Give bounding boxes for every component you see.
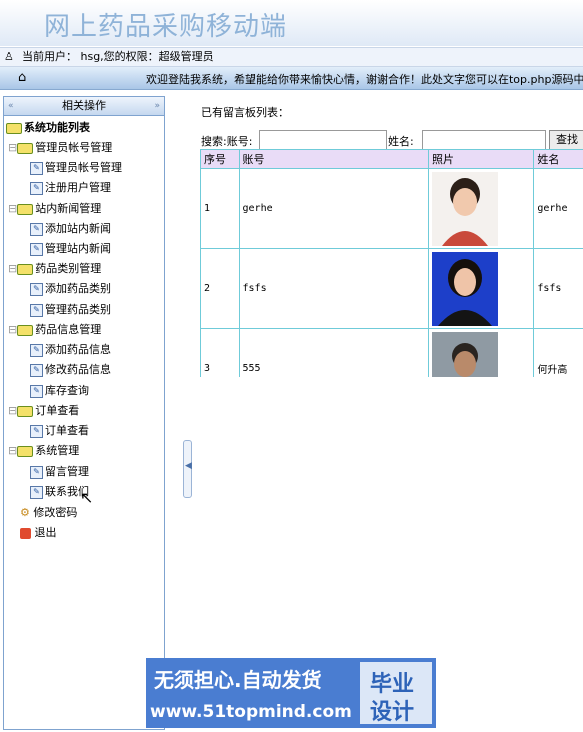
- folder-icon: [17, 203, 34, 215]
- cell-name: 何升高: [533, 328, 583, 377]
- edit-icon: ✎: [30, 424, 43, 438]
- sidebar-header: « 相关操作 »: [4, 97, 164, 116]
- search-button[interactable]: 查找: [549, 130, 583, 150]
- edit-icon: ✎: [30, 485, 43, 499]
- cell-no: 2: [200, 248, 240, 329]
- tree-item-messages[interactable]: ✎ 留言管理: [30, 463, 89, 481]
- edit-icon: ✎: [30, 181, 43, 195]
- arrow-left-icon: ◀: [185, 461, 192, 471]
- cell-no: 3: [200, 328, 240, 377]
- cell-photo: [427, 248, 535, 329]
- tree-item-change-password[interactable]: ⚙ 修改密码: [20, 504, 77, 522]
- tree-group-drug-category[interactable]: ⊟ 药品类别管理: [8, 260, 101, 278]
- tree-root[interactable]: 系统功能列表: [6, 119, 90, 137]
- tree-group-news[interactable]: ⊟ 站内新闻管理: [8, 200, 101, 218]
- tree-item-logout[interactable]: 退出: [20, 524, 57, 542]
- col-header-photo: 照片: [427, 149, 535, 169]
- edit-icon: ✎: [30, 303, 43, 317]
- app-title: 网上药品采购移动端: [44, 12, 288, 42]
- table-header-row: 序号 账号 照片 姓名: [200, 149, 583, 169]
- name-search-input[interactable]: [422, 130, 546, 151]
- tree-item-manage-news[interactable]: ✎ 管理站内新闻: [30, 240, 111, 258]
- banner-slogan: 无须担心.自动发货: [154, 668, 322, 692]
- user-info-bar: ♙ 当前用户： hsg,您的权限：超级管理员: [0, 47, 583, 67]
- edit-icon: ✎: [30, 384, 43, 398]
- cell-name: gerhe: [533, 168, 583, 249]
- tree-group-admin[interactable]: ⊟ 管理员帐号管理: [8, 139, 112, 157]
- table-row: 3 555 何升高: [200, 328, 583, 377]
- cell-no: 1: [200, 168, 240, 249]
- edit-icon: ✎: [30, 282, 43, 296]
- table-row: 2 fsfs fsfs: [200, 248, 583, 329]
- folder-open-icon: [6, 122, 22, 134]
- cell-name: fsfs: [533, 248, 583, 329]
- cell-photo: [427, 168, 535, 249]
- edit-icon: ✎: [30, 343, 43, 357]
- key-icon: ⚙: [20, 506, 30, 519]
- user-icon: ♙: [4, 50, 14, 63]
- col-header-account: 账号: [238, 149, 429, 169]
- edit-icon: ✎: [30, 242, 43, 256]
- promo-banner[interactable]: 无须担心.自动发货 www.51topmind.com 毕业 设计: [146, 658, 436, 728]
- edit-icon: ✎: [30, 465, 43, 479]
- message-table: 序号 账号 照片 姓名 1 gerhe gerhe 2 fsfs fsfs 3 …: [200, 149, 583, 377]
- col-header-name: 姓名: [533, 149, 583, 169]
- home-icon[interactable]: ⌂: [18, 70, 26, 85]
- banner-badge: 毕业 设计: [360, 662, 432, 725]
- user-photo: [431, 331, 498, 377]
- cell-account: 555: [238, 328, 429, 377]
- folder-icon: [17, 405, 34, 417]
- edit-icon: ✎: [30, 222, 43, 236]
- banner-badge-bottom: 设计: [370, 700, 415, 725]
- col-header-no: 序号: [200, 149, 240, 169]
- tree-item-add-category[interactable]: ✎ 添加药品类别: [30, 280, 111, 298]
- mouse-cursor-icon: ↖: [80, 488, 94, 507]
- user-photo: [431, 171, 498, 246]
- edit-icon: ✎: [30, 161, 43, 175]
- tree-group-system[interactable]: ⊟ 系统管理: [8, 442, 79, 460]
- collapse-left-icon[interactable]: «: [8, 97, 14, 115]
- sidebar-heading: 相关操作: [62, 99, 106, 112]
- tree-item-add-drug[interactable]: ✎ 添加药品信息: [30, 341, 111, 359]
- cell-photo: [427, 328, 535, 377]
- tree-item-view-orders[interactable]: ✎ 订单查看: [30, 422, 89, 440]
- exit-icon: [20, 527, 31, 539]
- tree-item-manage-category[interactable]: ✎ 管理药品类别: [30, 301, 111, 319]
- tree-item-edit-drug[interactable]: ✎ 修改药品信息: [30, 361, 111, 379]
- banner-url: www.51topmind.com: [150, 702, 352, 722]
- tree-item-stock-query[interactable]: ✎ 库存查询: [30, 382, 89, 400]
- welcome-marquee: 欢迎登陆我系统，希望能给你带来愉快心情，谢谢合作！此处文字您可以在top.php…: [146, 73, 583, 86]
- user-photo: [431, 251, 498, 326]
- collapse-right-icon[interactable]: »: [154, 97, 160, 115]
- folder-icon: [17, 142, 34, 154]
- tree-item-registered-users[interactable]: ✎ 注册用户管理: [30, 179, 111, 197]
- account-label: 搜索:账号:: [201, 135, 253, 148]
- tree-item-add-news[interactable]: ✎ 添加站内新闻: [30, 220, 111, 238]
- tree-group-drug-info[interactable]: ⊟ 药品信息管理: [8, 321, 101, 339]
- folder-icon: [17, 324, 34, 336]
- cell-account: gerhe: [238, 168, 429, 249]
- edit-icon: ✎: [30, 363, 43, 377]
- table-row: 1 gerhe gerhe: [200, 168, 583, 249]
- page-title: 已有留言板列表：: [201, 106, 289, 119]
- nav-bar: ⌂ 欢迎登陆我系统，希望能给你带来愉快心情，谢谢合作！此处文字您可以在top.p…: [0, 67, 583, 90]
- user-info-text: 当前用户： hsg,您的权限：超级管理员: [22, 50, 214, 63]
- sidebar-splitter[interactable]: ◀: [183, 440, 192, 498]
- tree-item-admin-accounts[interactable]: ✎ 管理员帐号管理: [30, 159, 122, 177]
- folder-icon: [17, 263, 34, 275]
- cell-account: fsfs: [238, 248, 429, 329]
- name-label: 姓名:: [388, 135, 414, 148]
- folder-icon: [17, 445, 34, 457]
- account-search-input[interactable]: [259, 130, 387, 151]
- header-bar: 网上药品采购移动端: [0, 0, 583, 46]
- sidebar: « 相关操作 » 系统功能列表 ⊟ 管理员帐号管理 ✎ 管理员帐号管理 ✎ 注册用户管…: [3, 96, 165, 730]
- tree-group-orders[interactable]: ⊟ 订单查看: [8, 402, 79, 420]
